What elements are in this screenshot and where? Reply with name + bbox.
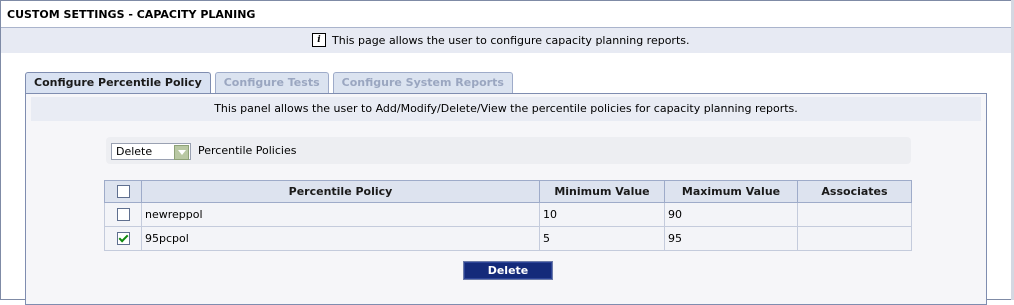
column-header-associates[interactable]: Associates [797,180,912,203]
info-text: This page allows the user to configure c… [332,33,690,47]
info-strip: i This page allows the user to configure… [1,28,1013,53]
table-row[interactable]: newreppol 10 90 [104,202,912,227]
panel-description: This panel allows the user to Add/Modify… [31,97,981,121]
tab-configure-percentile-policy[interactable]: Configure Percentile Policy [25,72,211,94]
minimum-value-cell: 10 [539,202,665,227]
maximum-value-cell: 90 [664,202,798,227]
minimum-value-cell: 5 [539,226,665,251]
page-title: CUSTOM SETTINGS - CAPACITY PLANING [7,8,256,21]
delete-button[interactable]: Delete [463,261,553,280]
tab-bar: Configure Percentile Policy Configure Te… [25,72,517,94]
row-select-cell [104,226,142,251]
info-message: i This page allows the user to configure… [312,33,690,47]
column-header-minimum-value[interactable]: Minimum Value [539,180,665,203]
table-row[interactable]: 95pcpol 5 95 [104,226,912,251]
select-all-header [104,180,142,203]
column-header-maximum-value[interactable]: Maximum Value [664,180,798,203]
filter-label: Percentile Policies [198,144,297,157]
maximum-value-cell: 95 [664,226,798,251]
column-header-percentile-policy[interactable]: Percentile Policy [141,180,540,203]
title-bar: CUSTOM SETTINGS - CAPACITY PLANING [1,1,1013,28]
info-icon: i [312,33,326,47]
action-bar: Delete Percentile Policies [106,137,911,164]
percentile-policy-panel: This panel allows the user to Add/Modify… [25,93,987,305]
policy-table: Percentile Policy Minimum Value Maximum … [104,180,912,251]
action-select-value: Delete [116,145,153,158]
table-header-row: Percentile Policy Minimum Value Maximum … [104,180,912,203]
chevron-down-icon[interactable] [174,145,189,160]
row-checkbox-checked[interactable] [116,232,130,246]
associates-cell [797,226,912,251]
associates-cell [797,202,912,227]
policy-name-cell: newreppol [141,202,540,227]
row-select-cell [104,202,142,227]
action-select[interactable]: Delete [111,143,191,160]
select-all-checkbox[interactable] [116,185,130,199]
policy-name-cell: 95pcpol [141,226,540,251]
row-checkbox[interactable] [116,208,130,222]
tab-configure-system-reports[interactable]: Configure System Reports [332,72,513,93]
tab-configure-tests[interactable]: Configure Tests [214,72,329,93]
